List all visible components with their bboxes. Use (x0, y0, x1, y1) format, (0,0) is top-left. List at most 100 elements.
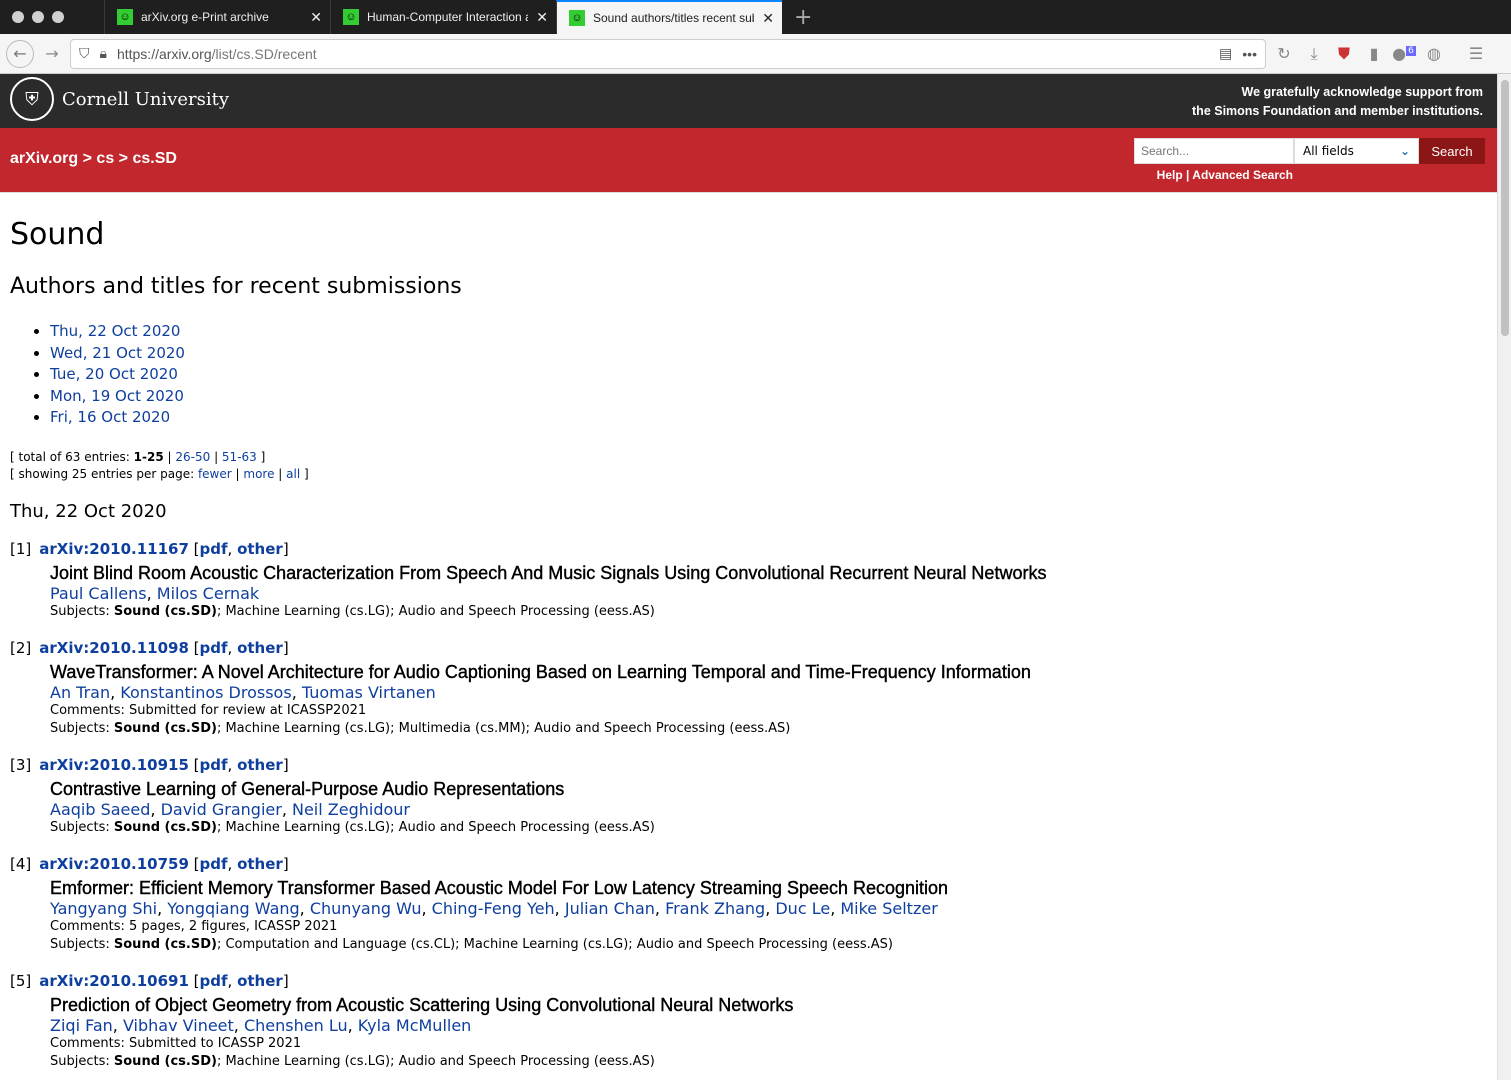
help-link[interactable]: Help (1157, 168, 1183, 182)
ublock-icon[interactable]: ⛊ (1332, 44, 1356, 64)
scrollbar[interactable] (1497, 74, 1511, 1080)
author-link[interactable]: Chenshen Lu (244, 1016, 348, 1035)
url-bar[interactable]: ⛉ 🔒︎ https://arxiv.org/list/cs.SD/recent … (70, 38, 1266, 69)
subjects: Subjects: Sound (cs.SD); Machine Learnin… (50, 603, 655, 619)
pdf-link[interactable]: pdf (200, 972, 228, 990)
section-date: Thu, 22 Oct 2020 (10, 500, 167, 522)
extension-icon[interactable]: ◍ (1422, 44, 1446, 63)
back-button[interactable]: ← (6, 39, 34, 68)
subjects: Subjects: Sound (cs.SD); Computation and… (50, 936, 894, 952)
author-link[interactable]: Tuomas Virtanen (302, 683, 436, 702)
reload-icon[interactable]: ↻ (1272, 44, 1296, 63)
list-item: [5] arXiv:2010.10691 [pdf, other] Predict… (10, 972, 1487, 1071)
search-input[interactable] (1134, 138, 1294, 164)
author-link[interactable]: Ching-Feng Yeh (432, 899, 555, 918)
shield-icon[interactable]: ⛉ (79, 45, 90, 62)
list-item: [2] arXiv:2010.11098 [pdf, other] WaveTra… (10, 639, 1487, 738)
authors: Ziqi Fan, Vibhav Vineet, Chenshen Lu, Ky… (50, 1015, 472, 1035)
extension-badge-icon[interactable]: ● 6 (1392, 44, 1416, 63)
fewer-link[interactable]: fewer (198, 467, 232, 481)
reader-view-icon[interactable]: ▤ (1219, 45, 1232, 62)
author-link[interactable]: Duc Le (775, 899, 830, 918)
pdf-link[interactable]: pdf (200, 756, 228, 774)
close-tab-icon[interactable]: ✕ (536, 9, 548, 26)
author-link[interactable]: Ziqi Fan (50, 1016, 113, 1035)
nav-bar: ← → ⛉ 🔒︎ https://arxiv.org/list/cs.SD/rec… (0, 34, 1511, 74)
author-link[interactable]: Neil Zeghidour (292, 800, 410, 819)
pdf-link[interactable]: pdf (200, 855, 228, 873)
all-link[interactable]: all (286, 467, 300, 481)
day-link[interactable]: Thu, 22 Oct 2020 (50, 322, 180, 340)
other-link[interactable]: other (237, 855, 283, 873)
author-link[interactable]: Konstantinos Drossos (120, 683, 291, 702)
day-link[interactable]: Fri, 16 Oct 2020 (50, 408, 170, 426)
arxiv-id-link[interactable]: arXiv:2010.10915 (39, 756, 189, 774)
authors: Paul Callens, Milos Cernak (50, 583, 260, 603)
tab-bar: ☺ arXiv.org e-Print archive ✕ ☺ Human-Compu… (0, 0, 1511, 34)
page-link[interactable]: 51-63 (222, 450, 257, 464)
author-link[interactable]: Vibhav Vineet (123, 1016, 234, 1035)
author-link[interactable]: Frank Zhang (665, 899, 765, 918)
close-tab-icon[interactable]: ✕ (310, 9, 322, 26)
favicon-icon: ☺ (117, 9, 133, 25)
day-link[interactable]: Wed, 21 Oct 2020 (50, 344, 185, 362)
arxiv-id-link[interactable]: arXiv:2010.10691 (39, 972, 189, 990)
page-subtitle: Authors and titles for recent submission… (10, 274, 462, 299)
authors: Yangyang Shi, Yongqiang Wang, Chunyang W… (50, 898, 938, 918)
scrollbar-thumb[interactable] (1501, 80, 1509, 336)
crumb-cs[interactable]: cs (96, 150, 114, 167)
tab-arxiv-home[interactable]: ☺ arXiv.org e-Print archive ✕ (104, 0, 330, 34)
download-icon[interactable]: ⤓ (1302, 44, 1326, 64)
author-link[interactable]: Milos Cernak (157, 584, 259, 603)
author-link[interactable]: Julian Chan (565, 899, 655, 918)
crumb-cs-sd[interactable]: cs.SD (132, 150, 176, 167)
authors: An Tran, Konstantinos Drossos, Tuomas Vi… (50, 682, 436, 702)
search-field-select[interactable]: All fields ⌄ (1294, 138, 1419, 164)
cornell-logo[interactable]: ⛨ Cornell University (10, 77, 229, 121)
pdf-link[interactable]: pdf (200, 639, 228, 657)
paper-title: Prediction of Object Geometry from Acous… (50, 994, 794, 1015)
menu-icon[interactable]: ☰ (1464, 44, 1488, 63)
other-link[interactable]: other (237, 639, 283, 657)
other-link[interactable]: other (237, 540, 283, 558)
extension-icon[interactable]: ▮ (1362, 44, 1386, 63)
author-link[interactable]: An Tran (50, 683, 110, 702)
author-link[interactable]: David Grangier (161, 800, 282, 819)
author-link[interactable]: Paul Callens (50, 584, 147, 603)
tab-hci[interactable]: ☺ Human-Computer Interaction a ✕ (330, 0, 556, 34)
chevron-down-icon: ⌄ (1399, 144, 1410, 158)
other-link[interactable]: other (237, 756, 283, 774)
comments: Comments: Submitted for review at ICASSP… (50, 702, 367, 718)
paper-title: WaveTransformer: A Novel Architecture fo… (50, 661, 1031, 682)
day-link[interactable]: Mon, 19 Oct 2020 (50, 387, 184, 405)
day-link[interactable]: Tue, 20 Oct 2020 (50, 365, 178, 383)
cornell-seal-icon: ⛨ (10, 77, 54, 121)
new-tab-button[interactable]: + (782, 0, 824, 34)
paper-title: Contrastive Learning of General-Purpose … (50, 778, 565, 799)
other-link[interactable]: other (237, 972, 283, 990)
arxiv-id-link[interactable]: arXiv:2010.11167 (39, 540, 189, 558)
arxiv-id-link[interactable]: arXiv:2010.10759 (39, 855, 189, 873)
tab-sound[interactable]: ☺ Sound authors/titles recent sub ✕ (556, 0, 782, 34)
author-link[interactable]: Yangyang Shi (50, 899, 157, 918)
paper-title: Joint Blind Room Acoustic Characterizati… (50, 562, 1047, 583)
favicon-icon: ☺ (569, 10, 585, 26)
crumb-arxiv[interactable]: arXiv.org (10, 150, 78, 167)
more-link[interactable]: more (243, 467, 274, 481)
breadcrumb: arXiv.org > cs > cs.SD (10, 150, 177, 167)
comments: Comments: 5 pages, 2 figures, ICASSP 202… (50, 918, 338, 934)
author-link[interactable]: Kyla McMullen (358, 1016, 472, 1035)
advanced-search-link[interactable]: Advanced Search (1192, 168, 1293, 182)
close-tab-icon[interactable]: ✕ (762, 10, 774, 27)
window-controls[interactable] (0, 0, 104, 34)
author-link[interactable]: Yongqiang Wang (167, 899, 299, 918)
more-actions-icon[interactable]: ••• (1242, 46, 1257, 62)
arxiv-id-link[interactable]: arXiv:2010.11098 (39, 639, 189, 657)
page-link[interactable]: 26-50 (175, 450, 210, 464)
author-link[interactable]: Chunyang Wu (310, 899, 422, 918)
author-link[interactable]: Aaqib Saeed (50, 800, 150, 819)
author-link[interactable]: Mike Seltzer (840, 899, 937, 918)
pdf-link[interactable]: pdf (200, 540, 228, 558)
search-button[interactable]: Search (1419, 138, 1485, 164)
forward-button[interactable]: → (40, 44, 64, 63)
